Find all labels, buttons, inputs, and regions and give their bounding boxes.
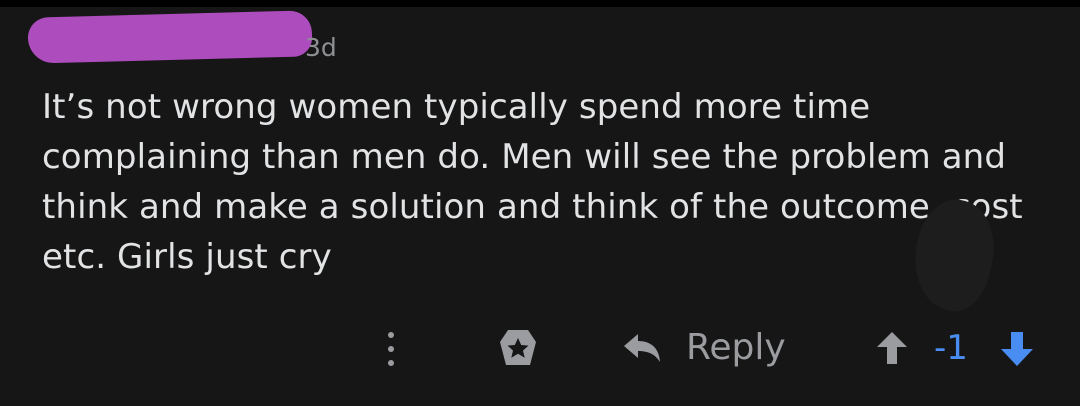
upvote-arrow-icon: [877, 332, 907, 364]
reply-label: Reply: [686, 327, 786, 368]
reply-arrow-icon: [624, 334, 660, 362]
vote-score: -1: [934, 328, 968, 368]
comment-card: 3d It’s not wrong women typically spend …: [0, 0, 1080, 406]
more-options-button[interactable]: [381, 330, 401, 368]
award-icon: [500, 330, 536, 365]
downvote-button[interactable]: [998, 330, 1036, 368]
downvote-arrow-icon: [1001, 332, 1033, 366]
comment-actions-bar: Reply -1: [0, 318, 1080, 378]
more-dot: [388, 346, 394, 352]
upvote-button[interactable]: [874, 330, 910, 366]
redacted-username: [27, 10, 313, 64]
award-button[interactable]: [498, 328, 538, 368]
comment-body: It’s not wrong women typically spend mor…: [42, 87, 1023, 277]
top-divider: [0, 0, 1080, 7]
more-dot: [388, 360, 394, 366]
comment-timestamp: 3d: [305, 33, 337, 62]
more-vertical-icon: [388, 332, 394, 338]
